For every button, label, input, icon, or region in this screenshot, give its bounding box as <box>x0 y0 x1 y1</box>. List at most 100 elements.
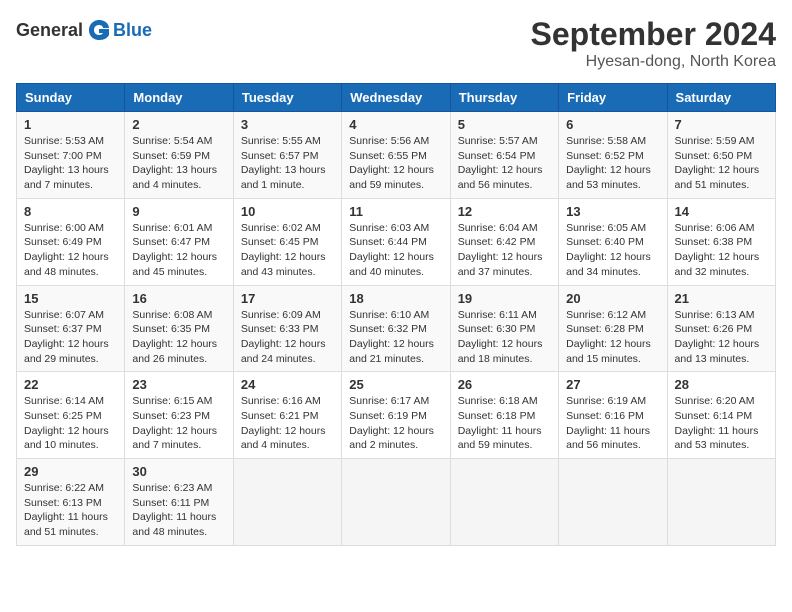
day-info: Sunrise: 5:59 AM Sunset: 6:50 PM Dayligh… <box>675 134 768 193</box>
day-info: Sunrise: 5:53 AM Sunset: 7:00 PM Dayligh… <box>24 134 117 193</box>
calendar-cell: 24Sunrise: 6:16 AM Sunset: 6:21 PM Dayli… <box>233 372 341 459</box>
calendar-week-row: 1 Sunrise: 5:53 AM Sunset: 7:00 PM Daylig… <box>17 112 776 199</box>
weekday-header-monday: Monday <box>125 84 233 112</box>
calendar-cell: 6 Sunrise: 5:58 AM Sunset: 6:52 PM Daylig… <box>559 112 667 199</box>
day-info: Sunrise: 5:54 AM Sunset: 6:59 PM Dayligh… <box>132 134 225 193</box>
day-number: 10 <box>241 204 334 219</box>
calendar-cell: 1 Sunrise: 5:53 AM Sunset: 7:00 PM Daylig… <box>17 112 125 199</box>
calendar-cell: 27 Sunrise: 6:19 AM Sunset: 6:16 PM Dayli… <box>559 372 667 459</box>
day-info: Sunrise: 5:58 AM Sunset: 6:52 PM Dayligh… <box>566 134 659 193</box>
calendar-cell: 29 Sunrise: 6:22 AM Sunset: 6:13 PM Dayli… <box>17 459 125 546</box>
day-number: 21 <box>675 291 768 306</box>
day-number: 8 <box>24 204 117 219</box>
day-number: 13 <box>566 204 659 219</box>
calendar-cell: 25 Sunrise: 6:17 AM Sunset: 6:19 PM Dayli… <box>342 372 450 459</box>
day-info: Sunrise: 6:17 AM Sunset: 6:19 PM Dayligh… <box>349 394 442 453</box>
calendar-cell: 18Sunrise: 6:10 AM Sunset: 6:32 PM Dayli… <box>342 285 450 372</box>
calendar-cell: 17Sunrise: 6:09 AM Sunset: 6:33 PM Dayli… <box>233 285 341 372</box>
day-number: 16 <box>132 291 225 306</box>
day-number: 2 <box>132 117 225 132</box>
calendar-week-row: 8 Sunrise: 6:00 AM Sunset: 6:49 PM Daylig… <box>17 198 776 285</box>
day-info: Sunrise: 6:02 AM Sunset: 6:45 PM Dayligh… <box>241 221 334 280</box>
day-info: Sunrise: 6:22 AM Sunset: 6:13 PM Dayligh… <box>24 481 117 540</box>
day-info: Sunrise: 5:55 AM Sunset: 6:57 PM Dayligh… <box>241 134 334 193</box>
calendar-cell <box>667 459 775 546</box>
calendar-cell: 21 Sunrise: 6:13 AM Sunset: 6:26 PM Dayli… <box>667 285 775 372</box>
day-info: Sunrise: 6:20 AM Sunset: 6:14 PM Dayligh… <box>675 394 768 453</box>
day-number: 26 <box>458 377 551 392</box>
day-info: Sunrise: 6:19 AM Sunset: 6:16 PM Dayligh… <box>566 394 659 453</box>
day-number: 27 <box>566 377 659 392</box>
day-info: Sunrise: 6:23 AM Sunset: 6:11 PM Dayligh… <box>132 481 225 540</box>
calendar-cell: 10 Sunrise: 6:02 AM Sunset: 6:45 PM Dayli… <box>233 198 341 285</box>
day-number: 20 <box>566 291 659 306</box>
calendar-cell: 13Sunrise: 6:05 AM Sunset: 6:40 PM Dayli… <box>559 198 667 285</box>
day-info: Sunrise: 6:06 AM Sunset: 6:38 PM Dayligh… <box>675 221 768 280</box>
calendar-cell <box>559 459 667 546</box>
page-header: General Blue September 2024 Hyesan-dong,… <box>16 16 776 71</box>
day-info: Sunrise: 6:07 AM Sunset: 6:37 PM Dayligh… <box>24 308 117 367</box>
day-number: 17 <box>241 291 334 306</box>
day-info: Sunrise: 6:08 AM Sunset: 6:35 PM Dayligh… <box>132 308 225 367</box>
day-number: 19 <box>458 291 551 306</box>
calendar-cell: 15 Sunrise: 6:07 AM Sunset: 6:37 PM Dayli… <box>17 285 125 372</box>
day-number: 11 <box>349 204 442 219</box>
calendar-cell: 5 Sunrise: 5:57 AM Sunset: 6:54 PM Daylig… <box>450 112 558 199</box>
logo-text-general: General <box>16 20 83 41</box>
day-number: 15 <box>24 291 117 306</box>
weekday-header-friday: Friday <box>559 84 667 112</box>
day-number: 29 <box>24 464 117 479</box>
day-number: 9 <box>132 204 225 219</box>
day-info: Sunrise: 6:11 AM Sunset: 6:30 PM Dayligh… <box>458 308 551 367</box>
calendar-week-row: 22 Sunrise: 6:14 AM Sunset: 6:25 PM Dayli… <box>17 372 776 459</box>
day-number: 6 <box>566 117 659 132</box>
weekday-header-tuesday: Tuesday <box>233 84 341 112</box>
calendar-cell: 20 Sunrise: 6:12 AM Sunset: 6:28 PM Dayli… <box>559 285 667 372</box>
calendar-week-row: 29 Sunrise: 6:22 AM Sunset: 6:13 PM Dayli… <box>17 459 776 546</box>
day-info: Sunrise: 6:04 AM Sunset: 6:42 PM Dayligh… <box>458 221 551 280</box>
day-info: Sunrise: 6:01 AM Sunset: 6:47 PM Dayligh… <box>132 221 225 280</box>
calendar-cell: 3 Sunrise: 5:55 AM Sunset: 6:57 PM Daylig… <box>233 112 341 199</box>
weekday-header-thursday: Thursday <box>450 84 558 112</box>
month-title: September 2024 <box>531 16 776 53</box>
calendar-cell: 23 Sunrise: 6:15 AM Sunset: 6:23 PM Dayli… <box>125 372 233 459</box>
day-number: 5 <box>458 117 551 132</box>
day-info: Sunrise: 5:57 AM Sunset: 6:54 PM Dayligh… <box>458 134 551 193</box>
day-info: Sunrise: 6:15 AM Sunset: 6:23 PM Dayligh… <box>132 394 225 453</box>
calendar-cell: 8 Sunrise: 6:00 AM Sunset: 6:49 PM Daylig… <box>17 198 125 285</box>
day-number: 1 <box>24 117 117 132</box>
day-number: 28 <box>675 377 768 392</box>
calendar-cell: 28 Sunrise: 6:20 AM Sunset: 6:14 PM Dayli… <box>667 372 775 459</box>
day-info: Sunrise: 6:13 AM Sunset: 6:26 PM Dayligh… <box>675 308 768 367</box>
title-block: September 2024 Hyesan-dong, North Korea <box>531 16 776 71</box>
calendar-cell: 2 Sunrise: 5:54 AM Sunset: 6:59 PM Daylig… <box>125 112 233 199</box>
calendar-cell: 9 Sunrise: 6:01 AM Sunset: 6:47 PM Daylig… <box>125 198 233 285</box>
day-number: 25 <box>349 377 442 392</box>
calendar-cell: 12Sunrise: 6:04 AM Sunset: 6:42 PM Dayli… <box>450 198 558 285</box>
calendar-table: SundayMondayTuesdayWednesdayThursdayFrid… <box>16 83 776 546</box>
calendar-cell: 11Sunrise: 6:03 AM Sunset: 6:44 PM Dayli… <box>342 198 450 285</box>
calendar-cell: 22 Sunrise: 6:14 AM Sunset: 6:25 PM Dayli… <box>17 372 125 459</box>
day-number: 3 <box>241 117 334 132</box>
calendar-cell: 7 Sunrise: 5:59 AM Sunset: 6:50 PM Daylig… <box>667 112 775 199</box>
day-number: 7 <box>675 117 768 132</box>
calendar-cell <box>342 459 450 546</box>
location-title: Hyesan-dong, North Korea <box>531 53 776 71</box>
calendar-cell: 26Sunrise: 6:18 AM Sunset: 6:18 PM Dayli… <box>450 372 558 459</box>
day-info: Sunrise: 6:10 AM Sunset: 6:32 PM Dayligh… <box>349 308 442 367</box>
calendar-cell: 14Sunrise: 6:06 AM Sunset: 6:38 PM Dayli… <box>667 198 775 285</box>
day-number: 23 <box>132 377 225 392</box>
logo-icon <box>85 16 113 44</box>
calendar-cell: 30Sunrise: 6:23 AM Sunset: 6:11 PM Dayli… <box>125 459 233 546</box>
day-number: 22 <box>24 377 117 392</box>
weekday-header-saturday: Saturday <box>667 84 775 112</box>
calendar-cell: 19 Sunrise: 6:11 AM Sunset: 6:30 PM Dayli… <box>450 285 558 372</box>
calendar-header-row: SundayMondayTuesdayWednesdayThursdayFrid… <box>17 84 776 112</box>
day-info: Sunrise: 6:16 AM Sunset: 6:21 PM Dayligh… <box>241 394 334 453</box>
day-info: Sunrise: 6:12 AM Sunset: 6:28 PM Dayligh… <box>566 308 659 367</box>
day-info: Sunrise: 6:14 AM Sunset: 6:25 PM Dayligh… <box>24 394 117 453</box>
day-info: Sunrise: 6:00 AM Sunset: 6:49 PM Dayligh… <box>24 221 117 280</box>
calendar-cell: 16 Sunrise: 6:08 AM Sunset: 6:35 PM Dayli… <box>125 285 233 372</box>
weekday-header-sunday: Sunday <box>17 84 125 112</box>
calendar-cell <box>450 459 558 546</box>
